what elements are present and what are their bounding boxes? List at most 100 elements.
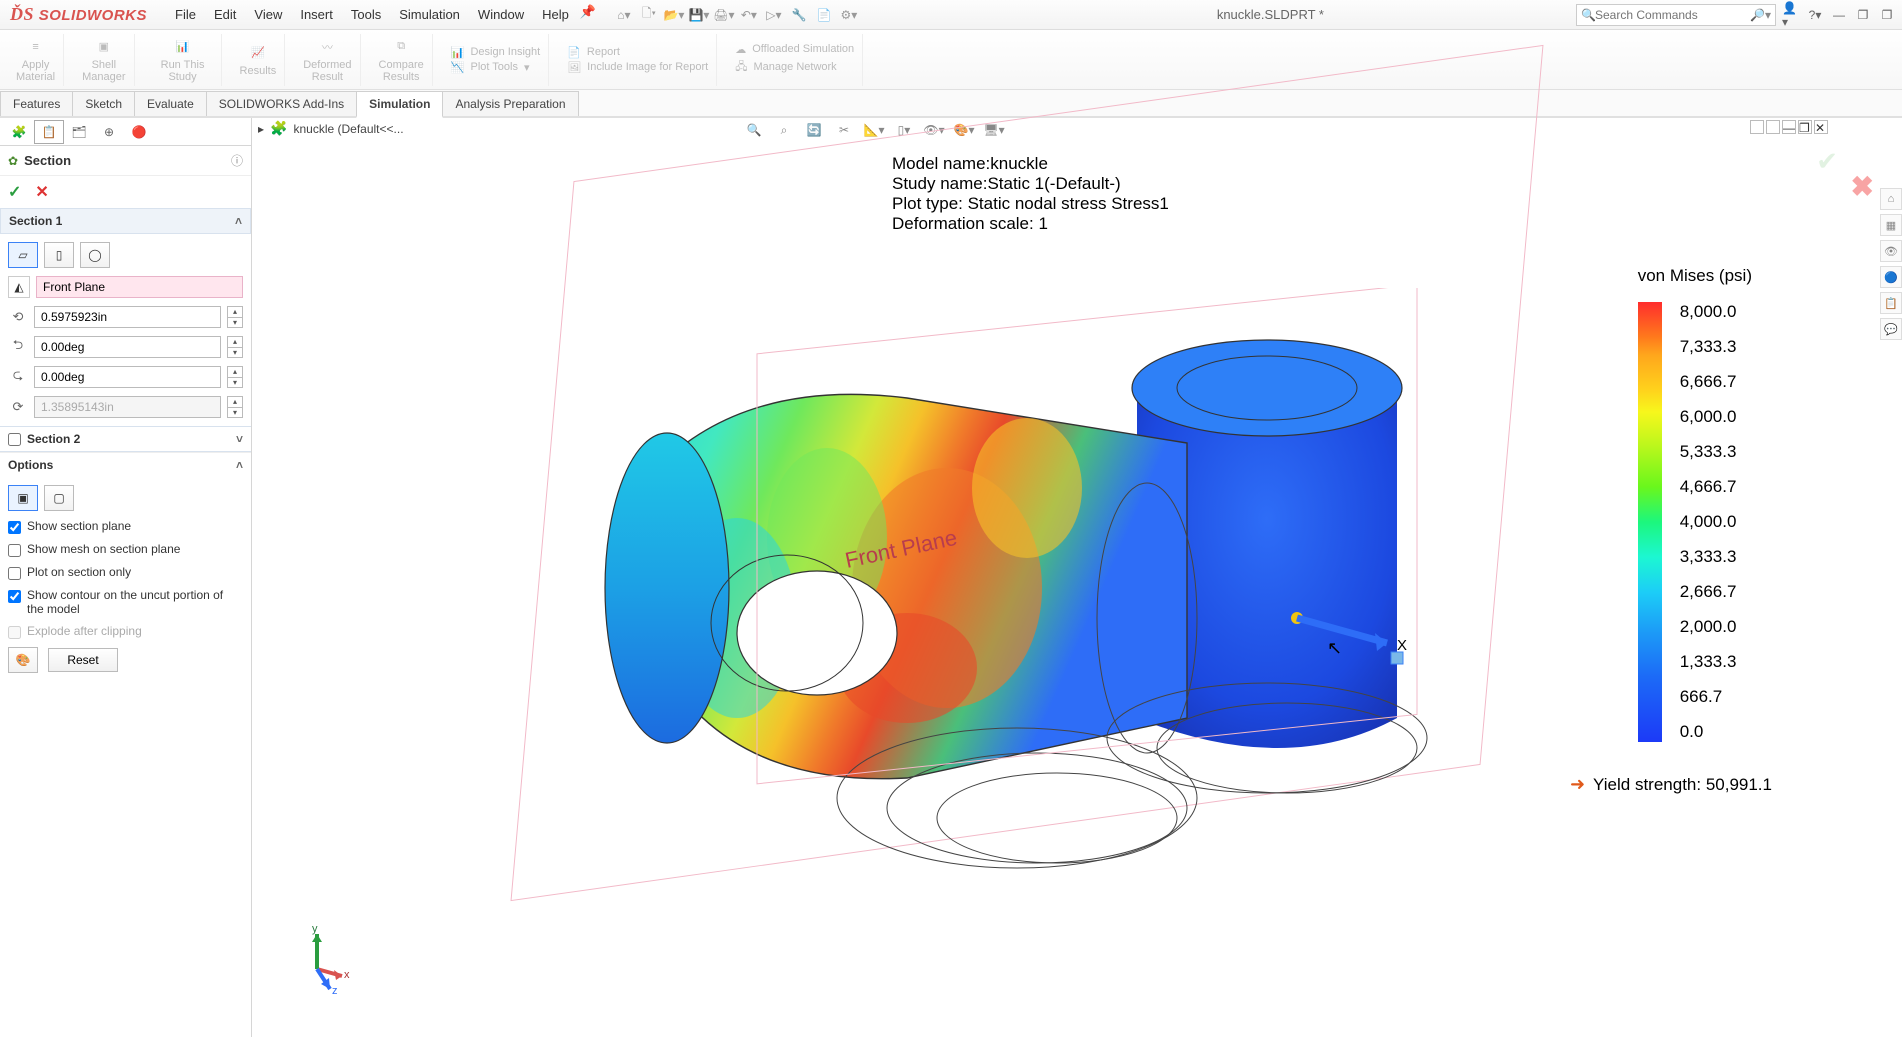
view-orient-icon[interactable]: 📐▾ [862,120,886,140]
restore-icon[interactable]: ❐ [1854,7,1872,23]
menu-view[interactable]: View [246,3,290,26]
opt-b-button[interactable]: ▢ [44,485,74,511]
reference-plane-field[interactable] [36,276,243,298]
viewport-panes[interactable]: — ❐ ✕ [1750,120,1828,134]
ribbon-run-study[interactable]: 📊 Run This Study [145,34,222,86]
taskpane-lib-icon[interactable]: ▦ [1880,214,1902,236]
menu-window[interactable]: Window [470,3,532,26]
reset-button[interactable]: Reset [48,648,118,672]
select-icon[interactable]: ▷▾ [763,5,785,25]
expand-icon[interactable]: ˅ [236,432,243,446]
ribbon-plot-tools[interactable]: 📉Plot Tools ▾ [451,61,540,74]
section2-header[interactable]: Section 2 ˅ [0,426,251,452]
menu-insert[interactable]: Insert [292,3,341,26]
display-manager-tab[interactable]: 🔴 [124,120,154,144]
tab-sketch[interactable]: Sketch [72,91,135,116]
pin-icon[interactable]: 📌 [579,3,597,21]
taskpane-view-icon[interactable]: 👁 [1880,240,1902,262]
confirm-corner-icon[interactable]: ✔ [1816,146,1838,177]
menu-simulation[interactable]: Simulation [391,3,468,26]
ribbon-include-image[interactable]: 🖼Include Image for Report [567,61,708,74]
display-style-icon[interactable]: ▯▾ [892,120,916,140]
chk-show-mesh[interactable]: Show mesh on section plane [8,542,243,557]
angle2-input[interactable] [34,366,221,388]
doc-icon[interactable]: 📄 [813,5,835,25]
ribbon-deformed-result[interactable]: 〰 Deformed Result [295,34,360,86]
search-dropdown-icon[interactable]: 🔎▾ [1750,8,1771,22]
pane-1-icon[interactable] [1750,120,1764,134]
feature-tree-tab[interactable]: 🧩 [4,120,34,144]
cancel-corner-icon[interactable]: ✖ [1851,170,1874,203]
section-view-icon[interactable]: ✂ [832,120,856,140]
tab-addins[interactable]: SOLIDWORKS Add-Ins [206,91,357,116]
tab-features[interactable]: Features [0,91,73,116]
ribbon-shell-manager[interactable]: ▣ Shell Manager [74,34,134,86]
config-manager-tab[interactable]: 🗂 [64,120,94,144]
options-icon[interactable]: ⚙▾ [838,5,860,25]
search-input[interactable] [1595,8,1750,22]
home-icon[interactable]: ⌂▾ [613,5,635,25]
ribbon-results[interactable]: 📈 Results [232,34,286,86]
fea-model[interactable]: Front Plane X ↖ [527,288,1447,908]
chk-contour[interactable]: Show contour on the uncut portion of the… [8,588,243,616]
color-legend[interactable]: von Mises (psi) 8,000.0 7,333.3 6,666.7 … [1638,266,1752,742]
angle1-spinner[interactable]: ▴▾ [227,336,243,358]
menu-tools[interactable]: Tools [343,3,389,26]
prev-view-icon[interactable]: 🔄 [802,120,826,140]
hide-show-icon[interactable]: 👁▾ [922,120,946,140]
taskpane-home-icon[interactable]: ⌂ [1880,188,1902,210]
rebuild-icon[interactable]: 🔧 [788,5,810,25]
reference-selector-icon[interactable]: ◭ [8,276,30,298]
section1-header[interactable]: Section 1 ˄ [0,208,251,234]
tab-simulation[interactable]: Simulation [356,91,443,118]
flat-section-button[interactable]: ▱ [8,242,38,268]
pane-2-icon[interactable] [1766,120,1780,134]
ribbon-manage-network[interactable]: 🖧Manage Network [735,58,854,77]
user-icon[interactable]: 👤▾ [1782,7,1800,23]
pm-ok-button[interactable]: ✓ [8,182,21,202]
offset-spinner[interactable]: ▴▾ [227,306,243,328]
ribbon-design-insight[interactable]: 📊Design Insight [451,46,540,59]
scene-icon[interactable]: 🖥▾ [982,120,1006,140]
help-icon[interactable]: ?▾ [1806,7,1824,23]
minimize-icon[interactable]: — [1830,7,1848,23]
pane-max-icon[interactable]: ❐ [1798,120,1812,134]
ribbon-compare-results[interactable]: ⧉ Compare Results [371,34,433,86]
graphics-viewport[interactable]: ▸ 🧩 knuckle (Default<<... 🔍 ⌕ 🔄 ✂ 📐▾ ▯▾ … [252,118,1902,1037]
radius-spinner[interactable]: ▴▾ [227,396,243,418]
pm-help-icon[interactable]: ⓘ [231,152,243,169]
menu-file[interactable]: File [167,3,204,26]
menu-help[interactable]: Help [534,3,577,26]
opt-a-button[interactable]: ▣ [8,485,38,511]
print-icon[interactable]: 🖨▾ [713,5,735,25]
offset-input[interactable] [34,306,221,328]
dimxpert-tab[interactable]: ⊕ [94,120,124,144]
tab-analysis-prep[interactable]: Analysis Preparation [442,91,578,116]
orientation-triad[interactable]: x y z [282,924,352,997]
angle2-spinner[interactable]: ▴▾ [227,366,243,388]
breadcrumb[interactable]: ▸ 🧩 knuckle (Default<<... [258,120,404,137]
pane-min-icon[interactable]: — [1782,120,1796,134]
zoom-area-icon[interactable]: ⌕ [772,120,796,140]
pm-cancel-button[interactable]: ✕ [35,182,48,202]
appearance-icon[interactable]: 🎨▾ [952,120,976,140]
search-commands[interactable]: 🔍 🔎▾ [1576,4,1776,26]
tab-evaluate[interactable]: Evaluate [134,91,207,116]
collapse-icon[interactable]: ˄ [236,458,243,472]
ribbon-offloaded[interactable]: ☁Offloaded Simulation [735,43,854,56]
reset-icon-button[interactable]: 🎨 [8,647,38,673]
section2-checkbox[interactable] [8,433,21,446]
chk-show-plane[interactable]: Show section plane [8,519,243,534]
taskpane-appear-icon[interactable]: 🔵 [1880,266,1902,288]
taskpane-props-icon[interactable]: 📋 [1880,292,1902,314]
angle1-input[interactable] [34,336,221,358]
collapse-icon[interactable]: ˄ [235,214,242,228]
undo-icon[interactable]: ↶▾ [738,5,760,25]
close-icon[interactable]: ❐ [1878,7,1896,23]
save-icon[interactable]: 💾▾ [688,5,710,25]
chk-plot-only[interactable]: Plot on section only [8,565,243,580]
zoom-fit-icon[interactable]: 🔍 [742,120,766,140]
ribbon-apply-material[interactable]: ≡ Apply Material [8,34,64,86]
property-manager-tab[interactable]: 📋 [34,120,64,144]
cylinder-section-button[interactable]: ▯ [44,242,74,268]
